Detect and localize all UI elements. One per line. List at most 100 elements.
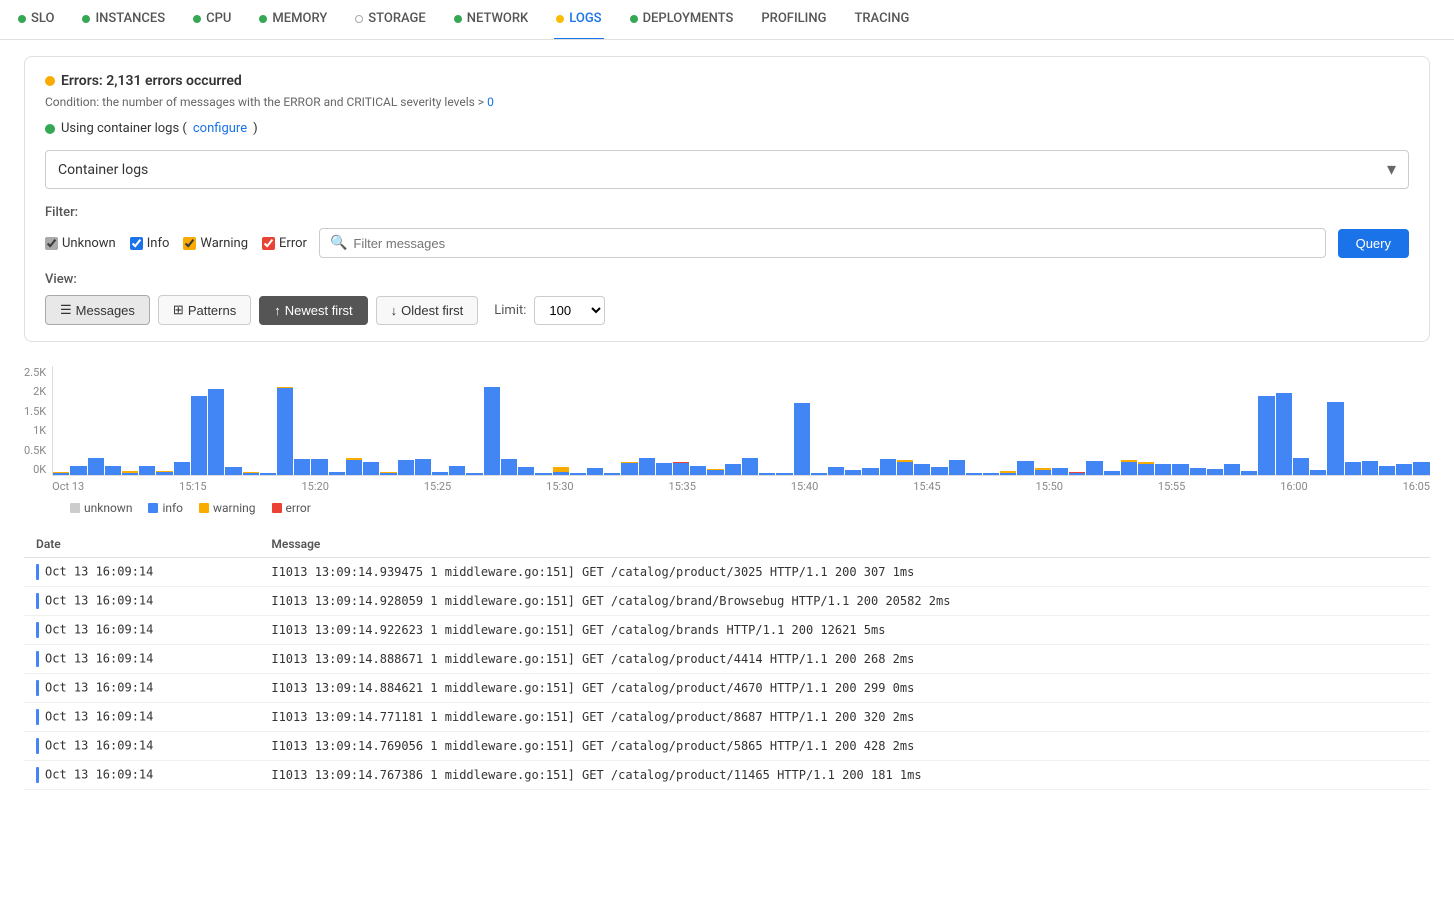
table-row[interactable]: Oct 13 16:09:14I1013 13:09:14.888671 1 m…: [24, 645, 1430, 674]
nav-item-profiling[interactable]: PROFILING: [759, 0, 828, 40]
nav-item-instances[interactable]: INSTANCES: [80, 0, 167, 40]
filter-controls: Unknown Info Warning Error: [45, 228, 1409, 258]
bar-group: [1052, 468, 1068, 475]
bar-group: [1035, 468, 1051, 475]
checkbox-info-label: Info: [147, 236, 170, 251]
oldest-first-label: Oldest first: [401, 303, 463, 318]
bar-group: [260, 473, 276, 475]
legend-error-dot: [272, 503, 282, 513]
bar-group: [1327, 402, 1343, 475]
bar-group: [639, 458, 655, 475]
arrow-up-icon: ↑: [274, 303, 281, 318]
bar-group: [243, 472, 259, 475]
log-date-cell: Oct 13 16:09:14: [24, 761, 259, 790]
messages-button[interactable]: ☰ Messages: [45, 295, 150, 325]
log-date-cell: Oct 13 16:09:14: [24, 587, 259, 616]
checkbox-warning-input[interactable]: [183, 237, 196, 250]
bar-group: [587, 468, 603, 475]
table-row[interactable]: Oct 13 16:09:14I1013 13:09:14.922623 1 m…: [24, 616, 1430, 645]
using-logs-text: Using container logs (: [61, 121, 187, 136]
legend-unknown: unknown: [70, 501, 132, 515]
bar-group: [363, 462, 379, 476]
bar-group: [156, 471, 172, 475]
container-logs-dropdown[interactable]: Container logs ▾: [45, 150, 1409, 189]
bar-group: [88, 458, 104, 475]
log-message-cell: I1013 13:09:14.769056 1 middleware.go:15…: [259, 732, 1430, 761]
log-indicator: [36, 709, 39, 725]
query-button[interactable]: Query: [1338, 229, 1409, 258]
dot-network: [454, 15, 462, 23]
table-row[interactable]: Oct 13 16:09:14I1013 13:09:14.769056 1 m…: [24, 732, 1430, 761]
legend-unknown-label: unknown: [84, 501, 132, 515]
newest-first-label: Newest first: [285, 303, 353, 318]
log-date-cell: Oct 13 16:09:14: [24, 616, 259, 645]
bar-group: [294, 459, 310, 475]
x-label-1525: 15:25: [424, 480, 451, 493]
table-row[interactable]: Oct 13 16:09:14I1013 13:09:14.771181 1 m…: [24, 703, 1430, 732]
alert-condition-link[interactable]: 0: [487, 95, 494, 109]
nav-item-deployments[interactable]: DEPLOYMENTS: [628, 0, 736, 40]
log-indicator: [36, 680, 39, 696]
alert-condition: Condition: the number of messages with t…: [45, 95, 1409, 109]
bar-group: [949, 460, 965, 475]
main-content: Errors: 2,131 errors occurred Condition:…: [0, 40, 1454, 806]
bar-group: [225, 467, 241, 475]
bar-group: [1069, 472, 1085, 475]
bar-group: [311, 459, 327, 475]
log-date-cell: Oct 13 16:09:14: [24, 645, 259, 674]
dot-instances: [82, 15, 90, 23]
nav-item-logs[interactable]: LOGS: [554, 0, 603, 40]
nav-label-cpu: CPU: [206, 11, 231, 26]
nav-item-memory[interactable]: MEMORY: [257, 0, 329, 40]
x-label-1555: 15:55: [1158, 480, 1185, 493]
bar-group: [690, 466, 706, 475]
nav-item-slo[interactable]: SLO: [16, 0, 56, 40]
chart-bars: [52, 366, 1430, 476]
using-logs-close: ): [253, 121, 258, 136]
nav-item-tracing[interactable]: TRACING: [852, 0, 911, 40]
filter-section: Filter: Unknown Info Warning: [45, 205, 1409, 258]
bar-group: [1086, 461, 1102, 475]
checkbox-unknown[interactable]: Unknown: [45, 236, 116, 251]
newest-first-button[interactable]: ↑ Newest first: [259, 296, 367, 325]
using-logs-row: Using container logs ( configure): [45, 121, 1409, 136]
bar-group: [931, 467, 947, 475]
bar-group: [329, 472, 345, 475]
x-label-1520: 15:20: [301, 480, 328, 493]
checkbox-unknown-input[interactable]: [45, 237, 58, 250]
table-row[interactable]: Oct 13 16:09:14I1013 13:09:14.939475 1 m…: [24, 558, 1430, 587]
legend-error: error: [272, 501, 311, 515]
log-message-cell: I1013 13:09:14.939475 1 middleware.go:15…: [259, 558, 1430, 587]
checkbox-error-input[interactable]: [262, 237, 275, 250]
legend-info-dot: [148, 503, 158, 513]
bar-group: [501, 459, 517, 475]
checkbox-info[interactable]: Info: [130, 236, 170, 251]
bar-group: [845, 470, 861, 475]
nav-item-network[interactable]: NETWORK: [452, 0, 531, 40]
limit-label: Limit:: [494, 303, 526, 318]
bar-group: [570, 473, 586, 475]
patterns-label: Patterns: [188, 303, 236, 318]
alert-condition-text: Condition: the number of messages with t…: [45, 95, 487, 109]
configure-link[interactable]: configure: [193, 121, 247, 136]
bar-group: [191, 396, 207, 475]
log-table: Date Message Oct 13 16:09:14I1013 13:09:…: [24, 531, 1430, 790]
legend-error-label: error: [286, 501, 311, 515]
y-label-1k: 1K: [33, 424, 46, 437]
messages-icon: ☰: [60, 302, 72, 318]
bar-group: [707, 469, 723, 475]
table-row[interactable]: Oct 13 16:09:14I1013 13:09:14.928059 1 m…: [24, 587, 1430, 616]
filter-messages-input[interactable]: [353, 236, 1314, 251]
checkbox-info-input[interactable]: [130, 237, 143, 250]
oldest-first-button[interactable]: ↓ Oldest first: [376, 296, 479, 325]
x-label-1605: 16:05: [1403, 480, 1430, 493]
patterns-button[interactable]: ⊞ Patterns: [158, 295, 251, 325]
checkbox-error[interactable]: Error: [262, 236, 307, 251]
checkbox-warning[interactable]: Warning: [183, 236, 248, 251]
nav-item-cpu[interactable]: CPU: [191, 0, 233, 40]
bar-group: [1241, 471, 1257, 475]
nav-item-storage[interactable]: STORAGE: [353, 0, 427, 40]
table-row[interactable]: Oct 13 16:09:14I1013 13:09:14.884621 1 m…: [24, 674, 1430, 703]
limit-select[interactable]: 100 250 500 1000: [534, 296, 605, 325]
table-row[interactable]: Oct 13 16:09:14I1013 13:09:14.767386 1 m…: [24, 761, 1430, 790]
